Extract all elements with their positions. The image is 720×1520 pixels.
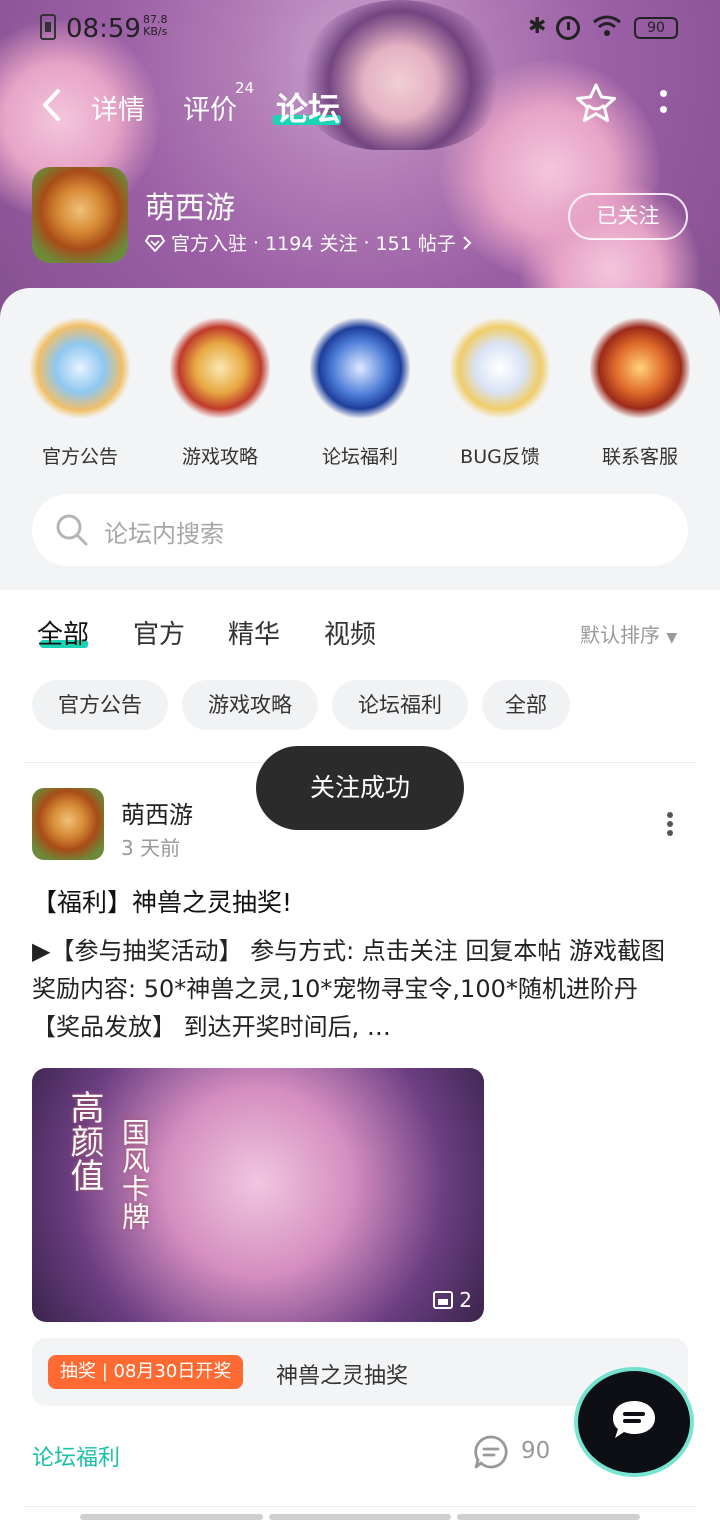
floating-chat-button[interactable] xyxy=(578,1371,690,1473)
filter-tab-featured[interactable]: 精华 xyxy=(228,614,280,651)
post-image[interactable]: 高颜值 国风卡牌 2 xyxy=(32,1068,484,1322)
forum-categories-card: 官方公告 游戏攻略 论坛福利 BUG反馈 联系客服 论坛内搜索 xyxy=(0,288,720,590)
meta-separator: · xyxy=(253,231,260,254)
caret-down-icon: ▼ xyxy=(666,630,678,646)
image-count: 2 xyxy=(459,1288,472,1312)
post-author[interactable]: 萌西游 xyxy=(121,795,193,830)
official-label: 官方入驻 xyxy=(171,233,248,255)
image-count-badge: 2 xyxy=(433,1288,472,1312)
category-image xyxy=(30,318,130,418)
category-image xyxy=(590,318,690,418)
category-image xyxy=(170,318,270,418)
wifi-icon xyxy=(593,15,621,36)
category-label: 论坛福利 xyxy=(321,446,398,468)
sort-label: 默认排序 xyxy=(580,623,660,647)
net-speed-unit: KB/s xyxy=(143,25,168,38)
post-body[interactable]: ▶【参与抽奖活动】 参与方式: 点击关注 回复本帖 游戏截图 奖励内容: 50*… xyxy=(32,932,688,1046)
chip-all[interactable]: 全部 xyxy=(482,680,570,730)
chat-bubble-icon xyxy=(613,1401,655,1438)
sort-dropdown[interactable]: 默认排序 ▼ xyxy=(580,619,677,648)
comment-icon[interactable] xyxy=(472,1433,510,1471)
followed-button[interactable]: 已关注 xyxy=(568,193,688,240)
app-meta[interactable]: 官方入驻 · 1194 关注 · 151 帖子 xyxy=(145,229,472,256)
category-label: 官方公告 xyxy=(41,446,118,468)
category-forum-benefits[interactable]: 论坛福利 xyxy=(290,318,430,469)
category-official-announcements[interactable]: 官方公告 xyxy=(10,318,150,469)
post-time: 3 天前 xyxy=(121,836,181,860)
filter-tab-video[interactable]: 视频 xyxy=(324,614,376,651)
image-icon xyxy=(433,1291,454,1309)
forum-tag-link[interactable]: 论坛福利 xyxy=(32,1440,120,1472)
status-time: 08:59 xyxy=(66,14,141,44)
image-text-1: 高颜值 xyxy=(64,1090,104,1192)
sim-icon xyxy=(40,14,56,40)
diamond-icon xyxy=(145,234,165,252)
search-placeholder: 论坛内搜索 xyxy=(104,520,224,548)
status-bar: 08:59 87.8 KB/s ✱ 90 xyxy=(0,0,720,56)
chevron-right-icon xyxy=(463,235,472,250)
lottery-title: 神兽之灵抽奖 xyxy=(276,1364,409,1389)
tab-forum[interactable]: 论坛 xyxy=(276,84,340,130)
category-bug-feedback[interactable]: BUG反馈 xyxy=(430,318,570,469)
search-icon xyxy=(56,514,88,546)
post-more-icon[interactable] xyxy=(664,812,676,838)
lottery-badge: 抽奖 | 08月30日开奖 xyxy=(48,1355,244,1389)
app-logo xyxy=(32,167,128,263)
alarm-icon xyxy=(556,16,580,40)
category-label: 联系客服 xyxy=(601,446,678,468)
category-label: 游戏攻略 xyxy=(181,446,258,468)
filter-tab-all[interactable]: 全部 xyxy=(37,614,89,651)
filter-tab-official[interactable]: 官方 xyxy=(133,614,185,651)
more-menu-icon[interactable] xyxy=(656,90,670,118)
category-image xyxy=(310,318,410,418)
chip-forum-benefits[interactable]: 论坛福利 xyxy=(332,680,468,730)
battery-indicator: 90 xyxy=(634,17,678,39)
category-game-guides[interactable]: 游戏攻略 xyxy=(150,318,290,469)
app-name: 萌西游 xyxy=(145,191,235,226)
favorite-star-icon[interactable] xyxy=(574,82,618,126)
reviews-count-badge: 24 xyxy=(235,79,255,97)
forum-search-bar[interactable]: 论坛内搜索 xyxy=(32,494,688,566)
meta-separator: · xyxy=(363,231,370,254)
category-customer-service[interactable]: 联系客服 xyxy=(570,318,710,469)
chip-official-announcements[interactable]: 官方公告 xyxy=(32,680,168,730)
chip-game-guides[interactable]: 游戏攻略 xyxy=(182,680,318,730)
bluetooth-icon: ✱ xyxy=(528,14,547,39)
followers-count: 1194 关注 xyxy=(265,233,358,255)
back-arrow-icon[interactable] xyxy=(40,88,62,122)
toast-message: 关注成功 xyxy=(256,746,464,830)
posts-count: 151 帖子 xyxy=(375,233,456,255)
divider xyxy=(24,1506,696,1507)
tab-reviews[interactable]: 评价 xyxy=(183,88,237,127)
comment-count: 90 xyxy=(521,1438,551,1464)
tab-details[interactable]: 详情 xyxy=(91,88,145,127)
category-label: BUG反馈 xyxy=(460,446,540,468)
network-speed: 87.8 KB/s xyxy=(143,14,168,38)
avatar[interactable] xyxy=(32,788,104,860)
post-title[interactable]: 【福利】神兽之灵抽奖! xyxy=(32,883,292,919)
next-post-preview xyxy=(80,1514,641,1520)
category-image xyxy=(450,318,550,418)
image-text-2: 国风卡牌 xyxy=(118,1118,151,1230)
